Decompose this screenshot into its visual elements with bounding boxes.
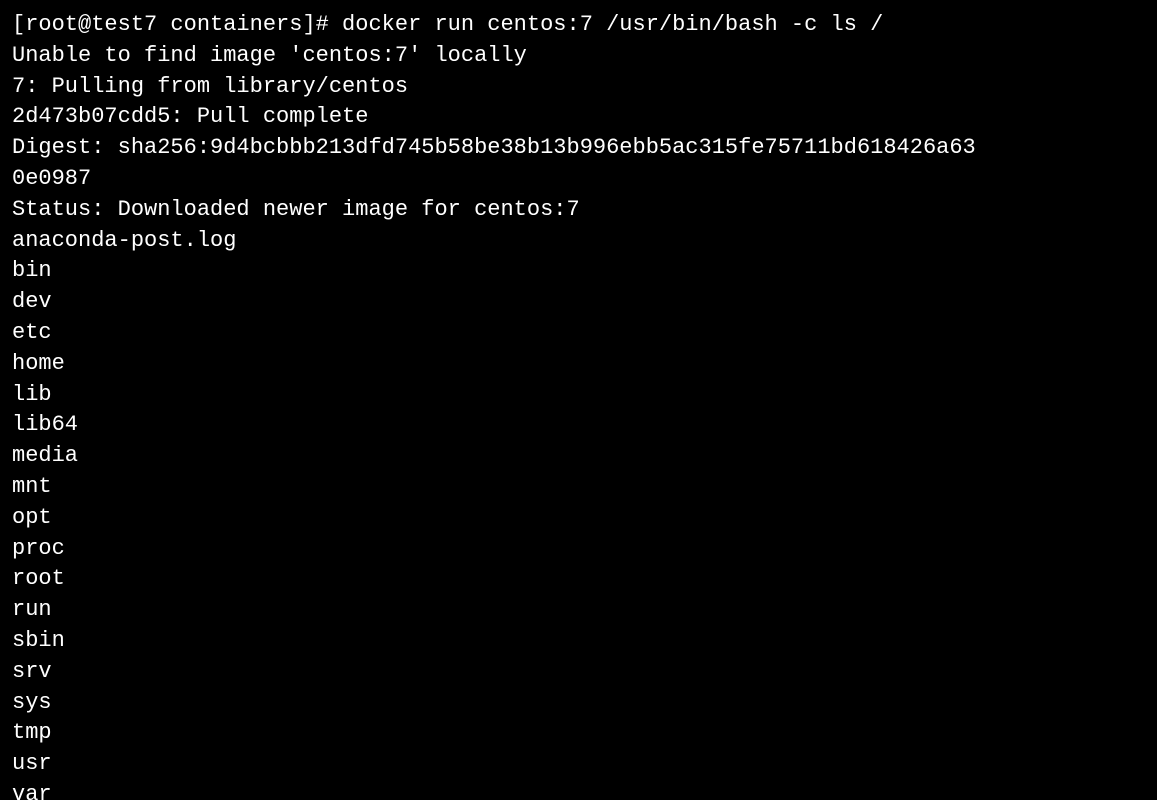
terminal-line: sys [12, 688, 1145, 719]
terminal-line: usr [12, 749, 1145, 780]
terminal-line: 0e0987 [12, 164, 1145, 195]
terminal-line: root [12, 564, 1145, 595]
terminal-line: mnt [12, 472, 1145, 503]
terminal-line: Unable to find image 'centos:7' locally [12, 41, 1145, 72]
terminal-line: proc [12, 534, 1145, 565]
terminal-line: lib [12, 380, 1145, 411]
terminal-line: 7: Pulling from library/centos [12, 72, 1145, 103]
terminal-line: opt [12, 503, 1145, 534]
terminal-window[interactable]: [root@test7 containers]# docker run cent… [0, 0, 1157, 800]
terminal-line: lib64 [12, 410, 1145, 441]
terminal-line: tmp [12, 718, 1145, 749]
terminal-line: anaconda-post.log [12, 226, 1145, 257]
terminal-line: Digest: sha256:9d4bcbbb213dfd745b58be38b… [12, 133, 1145, 164]
terminal-line: bin [12, 256, 1145, 287]
terminal-line: [root@test7 containers]# docker run cent… [12, 10, 1145, 41]
terminal-line: media [12, 441, 1145, 472]
terminal-line: var [12, 780, 1145, 800]
terminal-line: run [12, 595, 1145, 626]
terminal-line: srv [12, 657, 1145, 688]
terminal-line: 2d473b07cdd5: Pull complete [12, 102, 1145, 133]
terminal-line: Status: Downloaded newer image for cento… [12, 195, 1145, 226]
terminal-line: home [12, 349, 1145, 380]
terminal-line: etc [12, 318, 1145, 349]
terminal-line: dev [12, 287, 1145, 318]
terminal-line: sbin [12, 626, 1145, 657]
